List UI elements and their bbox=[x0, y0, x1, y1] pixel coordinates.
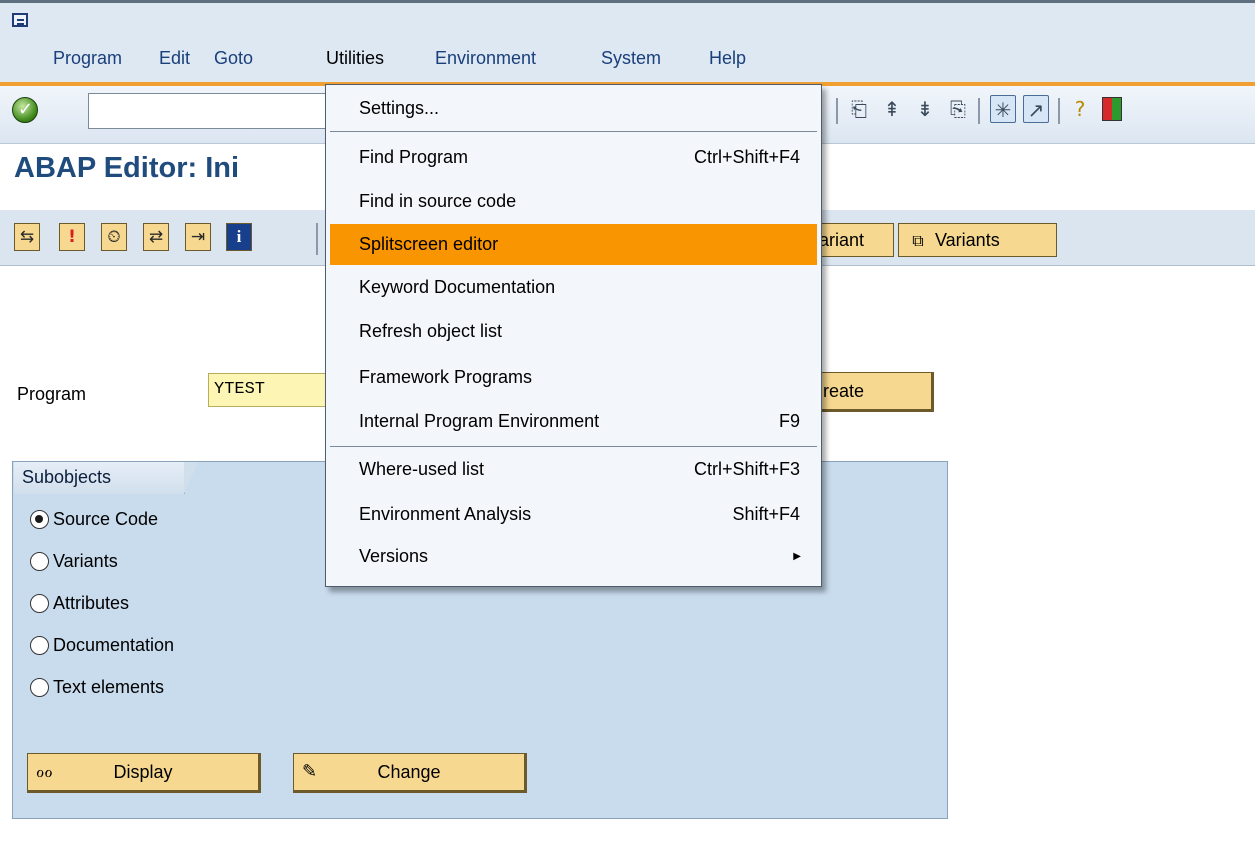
variant-button-label: ariant bbox=[819, 230, 865, 250]
toolbar-separator bbox=[316, 223, 318, 255]
menu-utilities[interactable]: Utilities bbox=[326, 48, 384, 69]
variants-button[interactable]: ⧉ Variants bbox=[898, 223, 1057, 257]
menu-item-label: Versions bbox=[359, 546, 429, 566]
ok-check-icon[interactable] bbox=[12, 97, 38, 123]
menu-item-shortcut: Shift+F4 bbox=[732, 504, 800, 524]
menu-item-shortcut: Ctrl+Shift+F3 bbox=[693, 459, 800, 479]
radio-button-icon[interactable] bbox=[30, 636, 49, 655]
menu-item-where-used-list[interactable]: Where-used list Ctrl+Shift+F3 bbox=[330, 449, 817, 490]
menubar-area: Program Edit Goto Utilities Environment … bbox=[0, 0, 1255, 86]
radio-button-checked-icon[interactable] bbox=[30, 510, 49, 529]
program-label: Program bbox=[17, 384, 87, 404]
previous-page-icon[interactable]: ⇞ bbox=[879, 95, 905, 123]
menu-item-refresh-object-list[interactable]: Refresh object list bbox=[330, 311, 817, 352]
menu-item-label: Find Program bbox=[359, 147, 469, 167]
command-field[interactable] bbox=[88, 93, 334, 129]
radio-attributes[interactable]: Attributes bbox=[30, 593, 129, 614]
help-icon[interactable]: ? bbox=[1067, 95, 1093, 123]
menu-item-label: Keyword Documentation bbox=[359, 277, 556, 297]
customize-layout-icon[interactable] bbox=[1102, 97, 1122, 121]
menu-item-label: Environment Analysis bbox=[359, 504, 532, 524]
change-button-label: Change bbox=[377, 762, 441, 782]
menu-help[interactable]: Help bbox=[709, 48, 746, 69]
radio-label: Text elements bbox=[53, 677, 165, 697]
other-object-icon[interactable]: ⇆ bbox=[14, 223, 40, 251]
menu-item-find-program[interactable]: Find Program Ctrl+Shift+F4 bbox=[330, 137, 817, 178]
radio-button-icon[interactable] bbox=[30, 678, 49, 697]
menu-environment[interactable]: Environment bbox=[435, 48, 536, 69]
menu-item-label: Find in source code bbox=[359, 191, 517, 211]
radio-source-code[interactable]: Source Code bbox=[30, 509, 158, 530]
menu-item-keyword-documentation[interactable]: Keyword Documentation bbox=[330, 267, 817, 308]
radio-label: Documentation bbox=[53, 635, 175, 655]
menu-item-label: Refresh object list bbox=[359, 321, 503, 341]
change-button[interactable]: ✎ Change bbox=[293, 753, 527, 793]
subobjects-title: Subobjects bbox=[14, 462, 198, 494]
create-button[interactable]: reate bbox=[814, 372, 934, 412]
menu-edit[interactable]: Edit bbox=[159, 48, 190, 69]
program-input[interactable]: YTEST bbox=[208, 373, 330, 407]
variant-button[interactable]: ariant bbox=[810, 223, 894, 257]
submenu-arrow-icon: ▶ bbox=[793, 551, 801, 562]
menu-item-settings[interactable]: Settings... bbox=[330, 88, 817, 129]
info-icon[interactable]: i bbox=[226, 223, 252, 251]
menu-item-label: Framework Programs bbox=[359, 367, 533, 387]
menu-item-shortcut: F9 bbox=[778, 411, 800, 431]
check-icon[interactable]: ! bbox=[59, 223, 85, 251]
variants-button-label: Variants bbox=[935, 230, 1000, 250]
menu-item-versions[interactable]: Versions ▶ bbox=[330, 536, 817, 577]
radio-button-icon[interactable] bbox=[30, 594, 49, 613]
menu-program[interactable]: Program bbox=[53, 48, 122, 69]
menu-item-label: Settings... bbox=[359, 98, 440, 118]
radio-text-elements[interactable]: Text elements bbox=[30, 677, 164, 698]
page-title: ABAP Editor: Ini bbox=[14, 152, 240, 184]
menu-item-internal-program-environment[interactable]: Internal Program Environment F9 bbox=[330, 401, 817, 442]
menu-item-label: Where-used list bbox=[359, 459, 485, 479]
menu-item-splitscreen-editor[interactable]: Splitscreen editor bbox=[330, 224, 817, 265]
shortcut-icon[interactable]: ↗ bbox=[1023, 95, 1049, 123]
activate-icon[interactable]: ⏲ bbox=[101, 223, 127, 251]
create-session-icon[interactable]: ✳ bbox=[990, 95, 1016, 123]
radio-button-icon[interactable] bbox=[30, 552, 49, 571]
utilities-dropdown: Settings... Find Program Ctrl+Shift+F4 F… bbox=[325, 84, 822, 587]
menu-item-label: Splitscreen editor bbox=[359, 234, 499, 254]
toolbar-separator bbox=[978, 98, 980, 124]
menu-separator bbox=[330, 446, 817, 447]
menu-goto[interactable]: Goto bbox=[214, 48, 253, 69]
menu-item-label: Internal Program Environment bbox=[359, 411, 600, 431]
menu-item-shortcut: Ctrl+Shift+F4 bbox=[693, 147, 800, 167]
next-page-icon[interactable]: ⇟ bbox=[912, 95, 938, 123]
menu-item-find-in-source[interactable]: Find in source code bbox=[330, 181, 817, 222]
top-border bbox=[0, 0, 1255, 3]
radio-label: Variants bbox=[53, 551, 118, 571]
toolbar-separator bbox=[836, 98, 838, 124]
display-button-label: Display bbox=[113, 762, 173, 782]
test-icon[interactable]: ⇄ bbox=[143, 223, 169, 251]
last-page-icon[interactable]: ⎘ bbox=[945, 95, 971, 123]
toolbar-separator bbox=[1058, 98, 1060, 124]
menu-separator bbox=[330, 131, 817, 132]
variants-icon: ⧉ bbox=[912, 231, 924, 250]
radio-documentation[interactable]: Documentation bbox=[30, 635, 174, 656]
debugging-icon[interactable]: ⇥ bbox=[185, 223, 211, 251]
radio-variants[interactable]: Variants bbox=[30, 551, 118, 572]
first-page-icon[interactable]: ⎗ bbox=[846, 95, 872, 123]
menu-item-environment-analysis[interactable]: Environment Analysis Shift+F4 bbox=[330, 494, 817, 535]
menu-system[interactable]: System bbox=[601, 48, 661, 69]
display-button[interactable]: ℴℴ Display bbox=[27, 753, 261, 793]
radio-label: Source Code bbox=[53, 509, 159, 529]
system-menu-icon[interactable] bbox=[12, 13, 28, 27]
radio-label: Attributes bbox=[53, 593, 130, 613]
menu-item-framework-programs[interactable]: Framework Programs bbox=[330, 357, 817, 398]
